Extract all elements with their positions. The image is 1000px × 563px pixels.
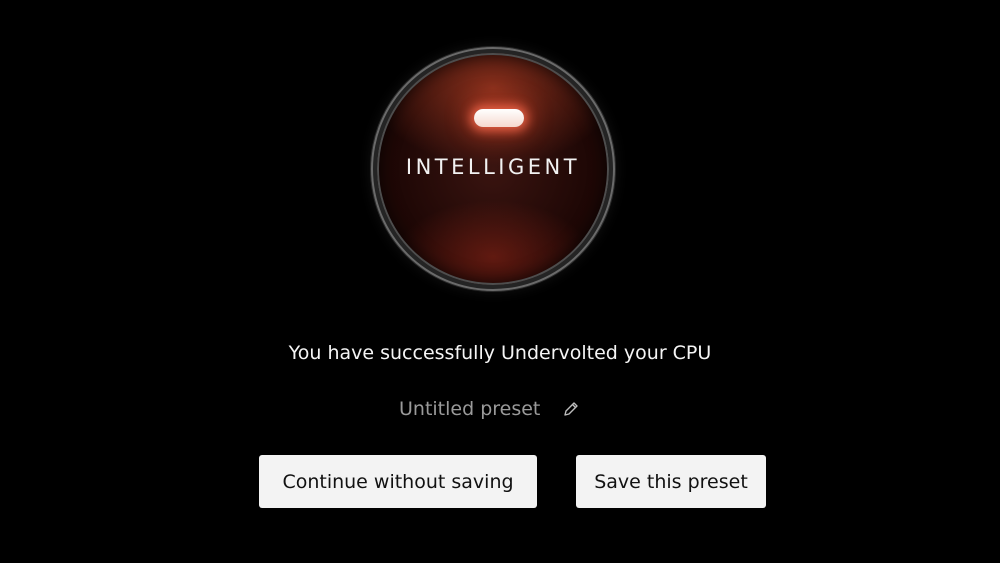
preset-name[interactable]: Untitled preset bbox=[399, 398, 540, 420]
dial-indicator-light bbox=[474, 109, 524, 127]
success-message: You have successfully Undervolted your C… bbox=[288, 342, 712, 364]
continue-without-saving-button[interactable]: Continue without saving bbox=[259, 455, 537, 508]
preset-name-row: Untitled preset bbox=[399, 396, 580, 422]
undervolt-result-screen: INTELLIGENT You have successfully Underv… bbox=[0, 0, 1000, 563]
save-preset-button[interactable]: Save this preset bbox=[576, 455, 766, 508]
pencil-icon[interactable] bbox=[562, 400, 580, 418]
dial-mode-label: INTELLIGENT bbox=[405, 155, 581, 179]
mode-dial[interactable]: INTELLIGENT bbox=[371, 47, 615, 291]
